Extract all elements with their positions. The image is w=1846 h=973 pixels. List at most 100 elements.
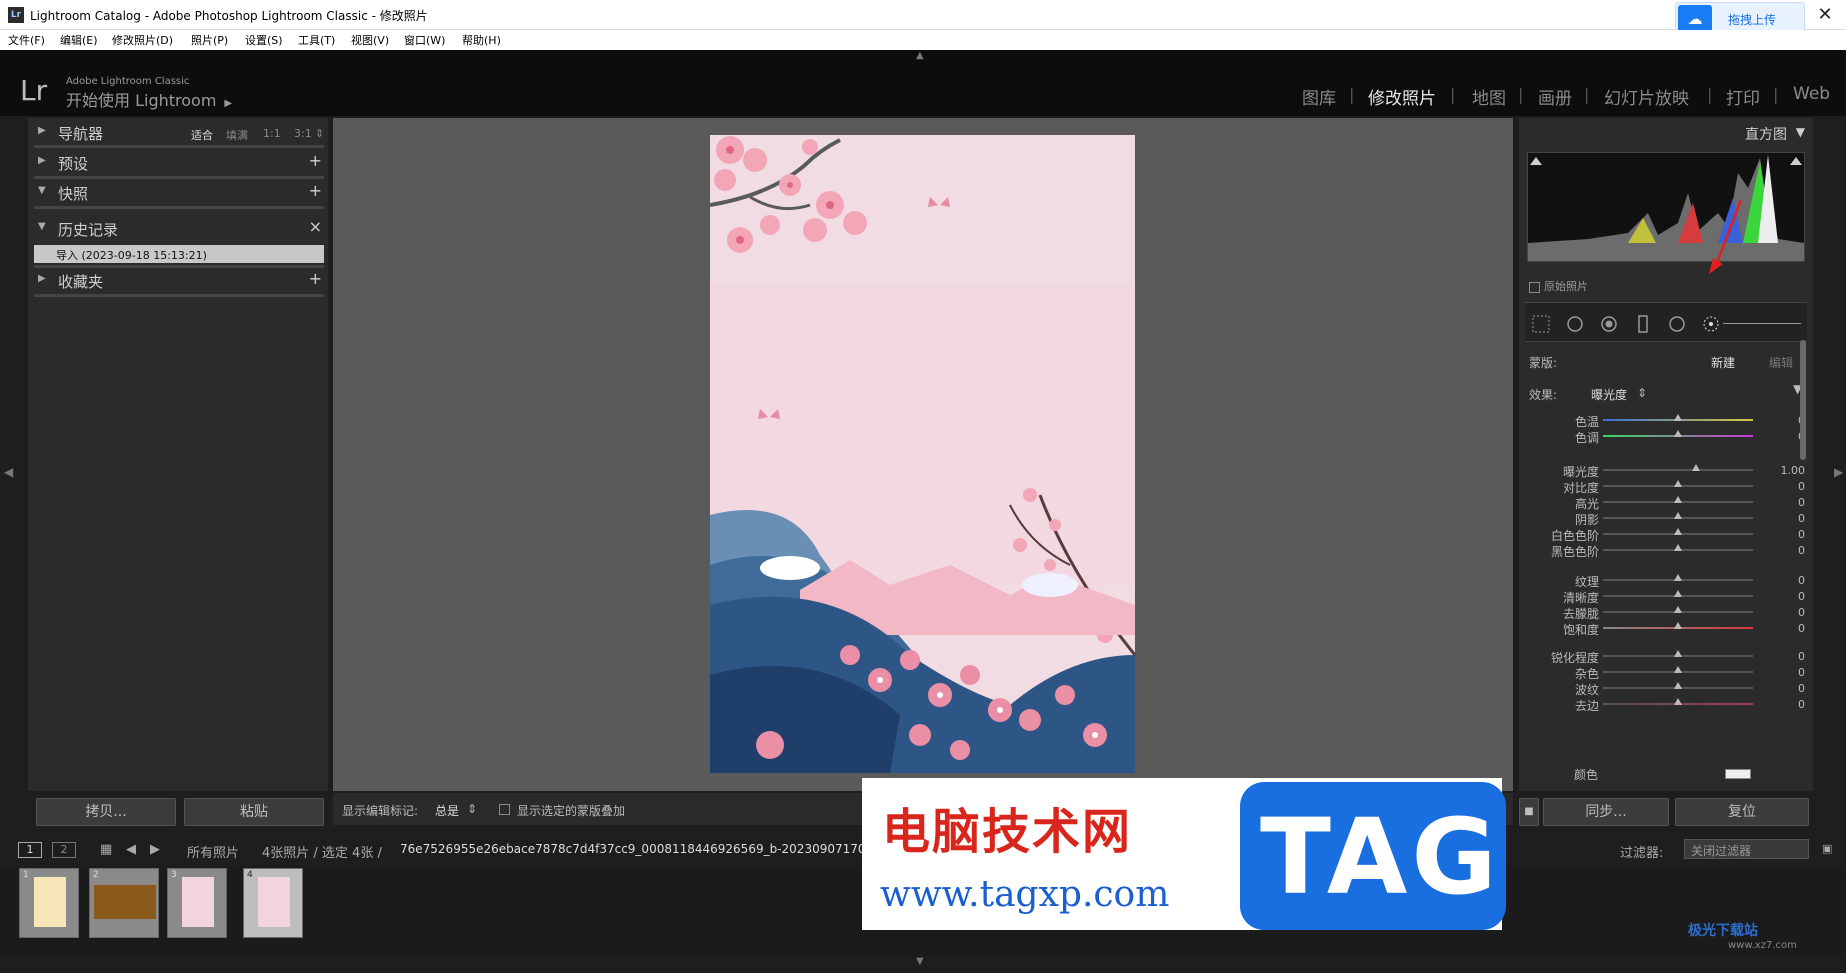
reset-button[interactable]: 复位 [1675,798,1809,826]
module-book[interactable]: 画册 [1538,84,1572,109]
select-stepper-icon[interactable]: ⇕ [467,802,477,816]
sync-button[interactable]: 同步... [1543,798,1669,826]
slider-value[interactable]: 0 [1798,698,1805,711]
slider-value[interactable]: 0 [1798,650,1805,663]
right-panel-toggle-icon[interactable]: ▶ [1834,465,1843,479]
mask-new-button[interactable]: 新建 [1711,354,1735,371]
collections-header[interactable]: ▶ 收藏夹 + [28,266,328,294]
menu-tools[interactable]: 工具(T) [298,32,335,48]
sync-switch-icon[interactable]: ■ [1519,798,1539,826]
menu-settings[interactable]: 设置(S) [245,32,283,48]
snapshots-header[interactable]: ▼ 快照 + [28,178,328,206]
slider-value[interactable]: 0 [1798,496,1805,509]
slider-track[interactable] [1603,469,1753,471]
menu-file[interactable]: 文件(F) [8,32,45,48]
add-snapshot-icon[interactable]: + [309,181,322,200]
slider-thumb[interactable] [1674,544,1682,551]
presets-header[interactable]: ▶ 预设 + [28,148,328,176]
left-panel-toggle-icon[interactable]: ◀ [4,465,13,479]
module-print[interactable]: 打印 [1726,84,1760,109]
original-photo-toggle[interactable]: 原始照片 [1529,278,1588,294]
back-arrow-icon[interactable]: ◀ [126,842,136,857]
slider-thumb[interactable] [1674,512,1682,519]
slider-value[interactable]: 0 [1798,544,1805,557]
filter-lock-icon[interactable]: ▣ [1822,842,1832,855]
zoom-stepper-icon[interactable]: ⇕ [315,127,324,140]
menu-photo[interactable]: 照片(P) [191,32,228,48]
slider-thumb[interactable] [1674,528,1682,535]
navigator-header[interactable]: ▶ 导航器 适合 填满 1:1 3:1 ⇕ [28,118,328,146]
slider-thumb[interactable] [1674,496,1682,503]
clear-history-icon[interactable]: × [309,217,322,236]
add-preset-icon[interactable]: + [309,151,322,170]
slider-thumb[interactable] [1674,590,1682,597]
filmstrip-thumbnail[interactable]: 1 [19,868,79,938]
module-library[interactable]: 图库 [1302,84,1336,109]
filmstrip-thumbnail[interactable]: 3 [167,868,227,938]
menu-view[interactable]: 视图(V) [351,32,389,48]
spot-removal-icon[interactable] [1565,314,1585,334]
slider-thumb[interactable] [1674,480,1682,487]
adjustment-brush-icon[interactable] [1701,314,1721,334]
get-started-link[interactable]: 开始使用 Lightroom ▶ [66,87,232,111]
histogram-header[interactable]: 直方图 ▼ [1519,118,1813,146]
photo-workspace[interactable] [333,118,1513,791]
mask-edit-button[interactable]: 编辑 [1769,354,1793,371]
slider-thumb[interactable] [1674,574,1682,581]
original-photo-checkbox[interactable] [1529,281,1540,293]
select-stepper-icon[interactable]: ⇕ [1637,386,1647,400]
photo-preview[interactable] [710,135,1135,773]
slider-thumb[interactable] [1674,698,1682,705]
slider-thumb[interactable] [1674,666,1682,673]
add-collection-icon[interactable]: + [309,269,322,288]
slider-value[interactable]: 0 [1798,682,1805,695]
secondary-window-button[interactable]: 2 [52,842,76,858]
copy-settings-button[interactable]: 拷贝... [36,798,176,826]
slider-thumb[interactable] [1674,430,1682,437]
menu-develop[interactable]: 修改照片(D) [112,32,173,48]
grid-view-icon[interactable]: ▦ [100,842,112,857]
show-edit-pins-select[interactable]: 总是 [435,802,459,819]
menu-window[interactable]: 窗口(W) [404,32,445,48]
slider-value[interactable]: 0 [1798,590,1805,603]
slider-thumb[interactable] [1674,682,1682,689]
right-panel-scrollbar[interactable] [1800,340,1806,460]
zoom-fit[interactable]: 适合 [191,127,213,143]
slider-value[interactable]: 0 [1798,574,1805,587]
slider-thumb[interactable] [1674,650,1682,657]
paste-settings-button[interactable]: 粘贴 [184,798,324,826]
slider-value[interactable]: 0 [1798,622,1805,635]
module-map[interactable]: 地图 [1472,84,1506,109]
history-header[interactable]: ▼ 历史记录 × [28,214,328,242]
menu-edit[interactable]: 编辑(E) [60,32,98,48]
module-slideshow[interactable]: 幻灯片放映 [1604,84,1689,109]
module-web[interactable]: Web [1793,84,1830,104]
red-eye-icon[interactable] [1599,314,1619,334]
slider-value[interactable]: 0 [1798,528,1805,541]
main-window-button[interactable]: 1 [18,842,42,858]
filmstrip-toggle-icon[interactable]: ▼ [916,956,924,967]
slider-value[interactable]: 0 [1798,606,1805,619]
filmstrip-thumbnail[interactable]: 4 [243,868,303,938]
zoom-1-1[interactable]: 1:1 [263,127,281,140]
crop-overlay-icon[interactable] [1531,314,1551,334]
show-mask-overlay-checkbox[interactable] [499,804,510,815]
module-develop[interactable]: 修改照片 [1368,84,1436,109]
forward-arrow-icon[interactable]: ▶ [150,842,160,857]
slider-thumb[interactable] [1674,606,1682,613]
color-swatch[interactable] [1725,769,1751,779]
slider-value[interactable]: 0 [1798,480,1805,493]
slider-thumb[interactable] [1692,464,1700,471]
zoom-fill[interactable]: 填满 [226,127,248,143]
slider-value[interactable]: 0 [1798,666,1805,679]
top-panel-toggle-icon[interactable]: ▲ [916,50,924,61]
slider-value[interactable]: 0 [1798,512,1805,525]
history-item[interactable]: 导入 (2023-09-18 15:13:21) [34,245,324,263]
filmstrip-thumbnail[interactable]: 2 [89,868,159,938]
slider-thumb[interactable] [1674,414,1682,421]
effect-select[interactable]: 曝光度 [1591,386,1627,403]
slider-value[interactable]: 1.00 [1781,464,1806,477]
graduated-filter-icon[interactable] [1633,314,1653,334]
menu-help[interactable]: 帮助(H) [462,32,501,48]
source-breadcrumb[interactable]: 所有照片 [187,842,239,861]
